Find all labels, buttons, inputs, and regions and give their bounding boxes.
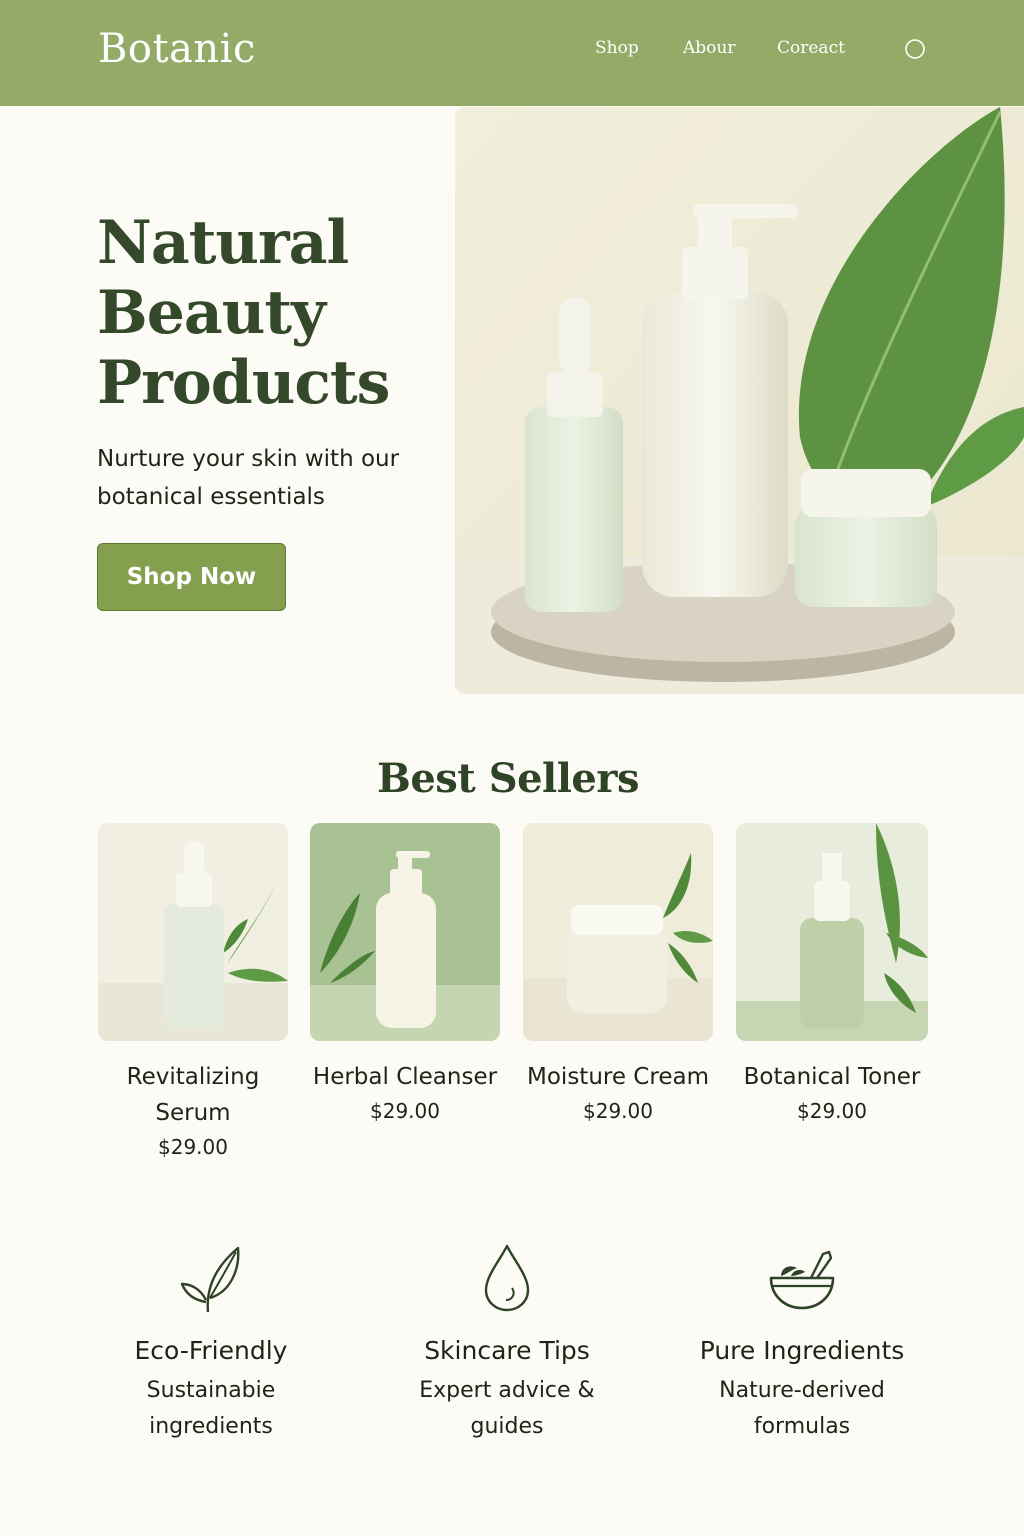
leaf-icon [180, 1246, 240, 1313]
feature-title: Pure Ingredients [699, 1336, 905, 1365]
product-image[interactable] [736, 823, 928, 1041]
feature-pure-ingredients: Pure Ingredients Nature-derived formulas [652, 1240, 952, 1445]
droplet-icon [484, 1244, 530, 1312]
product-card[interactable]: Revitalizing Serum $29.00 [98, 823, 288, 1163]
product-price: $29.00 [370, 1099, 440, 1123]
product-image[interactable] [98, 823, 288, 1041]
product-name[interactable]: Revitalizing Serum [98, 1059, 288, 1131]
nav-about[interactable]: Abour [683, 38, 735, 58]
product-price: $29.00 [583, 1099, 653, 1123]
mortar-pestle-icon [769, 1250, 835, 1310]
search-icon[interactable] [904, 38, 926, 60]
hero-subtitle: Nurture your skin with our botanical ess… [97, 446, 400, 510]
product-card[interactable]: Moisture Cream $29.00 [523, 823, 713, 1127]
product-name[interactable]: Moisture Cream [523, 1059, 713, 1095]
feature-title: Eco-Friendly [134, 1336, 288, 1365]
feature-title: Skincare Tips [424, 1336, 590, 1365]
hero-title: Natural Beauty Products [97, 208, 390, 418]
product-card[interactable]: Herbal Cleanser $29.00 [310, 823, 500, 1127]
best-sellers-title: Best Sellers [377, 755, 639, 802]
feature-description: Expert advice & guides [419, 1378, 595, 1439]
product-card[interactable]: Botanical Toner $29.00 [736, 823, 928, 1127]
feature-eco-friendly: Eco-Friendly Sustainabie ingredients [61, 1240, 361, 1445]
product-name[interactable]: Botanical Toner [736, 1059, 928, 1095]
feature-description: Sustainabie ingredients [146, 1378, 276, 1439]
hero-product-image [455, 107, 1024, 694]
nav-shop[interactable]: Shop [595, 38, 639, 58]
site-header: Botanic Shop Abour Coreact [0, 0, 1024, 106]
nav-contact[interactable]: Coreact [777, 38, 845, 58]
feature-skincare-tips: Skincare Tips Expert advice & guides [357, 1240, 657, 1445]
feature-description: Nature-derived formulas [719, 1378, 885, 1439]
main-nav: Shop Abour Coreact [0, 38, 1024, 62]
product-image[interactable] [310, 823, 500, 1041]
product-image[interactable] [523, 823, 713, 1041]
product-name[interactable]: Herbal Cleanser [310, 1059, 500, 1095]
product-price: $29.00 [797, 1099, 867, 1123]
shop-now-button[interactable]: Shop Now [97, 543, 286, 611]
product-price: $29.00 [158, 1135, 228, 1159]
